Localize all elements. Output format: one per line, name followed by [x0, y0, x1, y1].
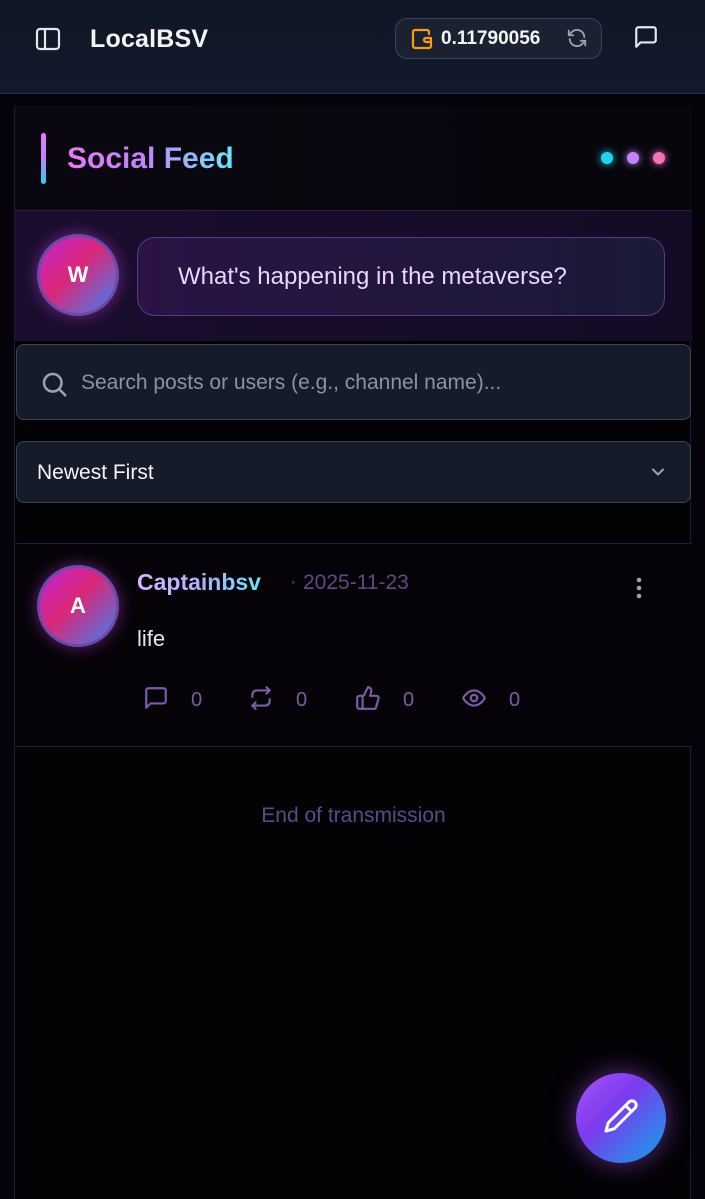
wallet-icon	[410, 27, 434, 56]
feed-title: Social Feed	[67, 142, 234, 175]
like-count: 0	[403, 688, 415, 711]
sort-select[interactable]: Newest First	[16, 441, 691, 503]
eye-icon	[461, 685, 487, 716]
avatar[interactable]: W	[37, 234, 119, 316]
post-separator: ·	[290, 571, 297, 593]
views-indicator: 0	[461, 685, 520, 715]
status-dot-cyan	[601, 152, 613, 164]
search-icon	[39, 369, 69, 404]
comment-icon	[143, 685, 169, 716]
post-card: A Captainbsv · 2025-11-23 life 0 0 0 0	[15, 543, 692, 747]
end-of-feed-message: End of transmission	[261, 804, 446, 827]
thumbs-up-icon	[355, 685, 381, 716]
status-dot-pink	[653, 152, 665, 164]
compose-fab-button[interactable]	[576, 1073, 666, 1163]
compose-post-input[interactable]: What's happening in the metaverse?	[137, 237, 665, 316]
feed-panel: Social Feed W What's happening in the me…	[14, 106, 692, 1199]
wallet-balance: 0.11790056	[441, 28, 541, 49]
post-date: 2025-11-23	[303, 571, 409, 594]
accent-bar	[41, 133, 46, 184]
more-vertical-icon[interactable]	[629, 574, 649, 602]
pencil-icon	[603, 1098, 639, 1139]
refresh-icon[interactable]	[566, 27, 590, 51]
top-bar: LocalBSV 0.11790056	[0, 0, 705, 94]
status-dot-purple	[627, 152, 639, 164]
post-avatar[interactable]: A	[37, 565, 119, 647]
repost-icon	[248, 685, 274, 716]
search-bar	[16, 344, 691, 420]
view-count: 0	[509, 688, 521, 711]
sort-selected-value: Newest First	[37, 461, 154, 484]
comment-count: 0	[191, 688, 203, 711]
chevron-down-icon	[648, 462, 668, 487]
repost-count: 0	[296, 688, 308, 711]
post-body: life	[137, 626, 166, 651]
like-button[interactable]: 0	[355, 685, 414, 715]
post-author[interactable]: Captainbsv	[137, 569, 261, 596]
repost-button[interactable]: 0	[248, 685, 307, 715]
comment-button[interactable]: 0	[143, 685, 202, 715]
app-title[interactable]: LocalBSV	[90, 25, 208, 54]
sidebar-panel-icon[interactable]	[34, 26, 62, 52]
search-input[interactable]	[81, 363, 671, 403]
message-square-icon[interactable]	[633, 24, 661, 52]
feed-header: Social Feed	[15, 106, 692, 211]
